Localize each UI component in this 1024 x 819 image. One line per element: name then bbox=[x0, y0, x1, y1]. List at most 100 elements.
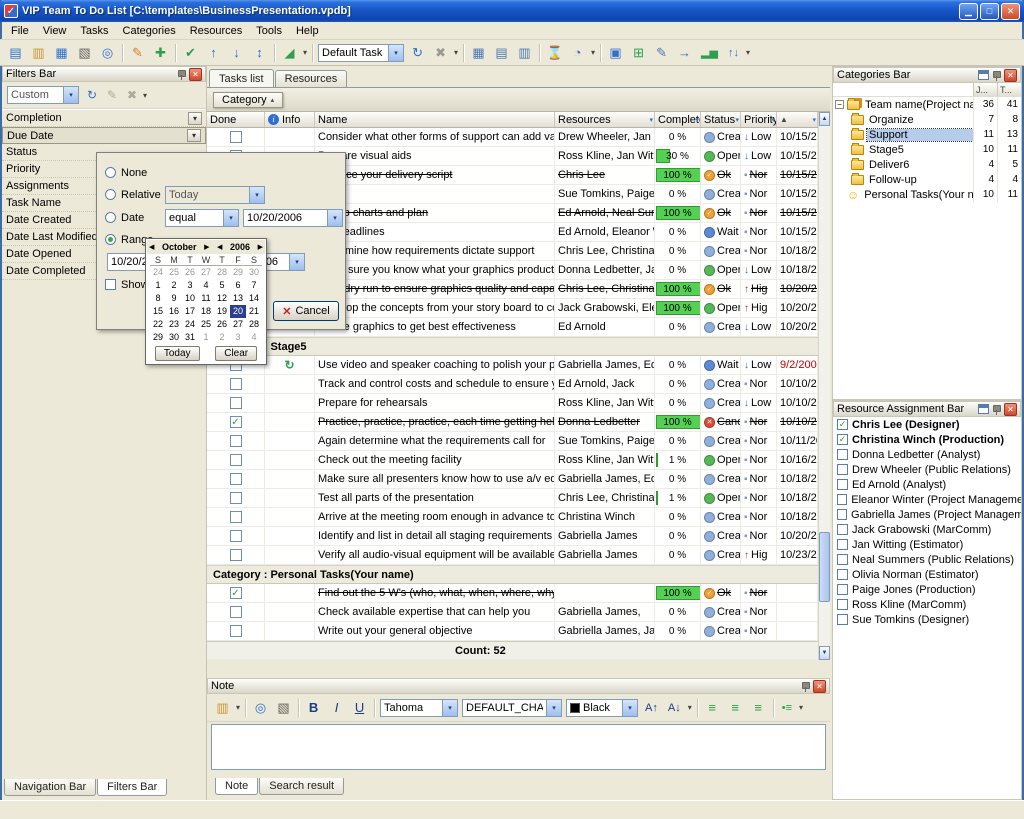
date-value-arrow[interactable]: ▾ bbox=[327, 210, 342, 226]
calendar-day[interactable]: 6 bbox=[230, 279, 246, 292]
calendar-day[interactable]: 31 bbox=[182, 331, 198, 344]
calendar-day[interactable]: 1 bbox=[150, 279, 166, 292]
align-right-button[interactable]: ≡ bbox=[748, 697, 769, 718]
task-row[interactable]: Arrive at the meeting room enough in adv… bbox=[207, 508, 818, 527]
prev-month-icon[interactable]: ◀ bbox=[149, 243, 154, 251]
relative-value-arrow[interactable]: ▾ bbox=[249, 187, 264, 203]
title-bar[interactable]: ✓ VIP Team To Do List [C:\templates\Busi… bbox=[0, 0, 1024, 22]
task-done-checkbox[interactable] bbox=[230, 454, 242, 466]
calendar-day[interactable]: 11 bbox=[198, 292, 214, 305]
calendar-day[interactable]: 30 bbox=[246, 266, 262, 279]
task-done-checkbox[interactable] bbox=[230, 397, 242, 409]
chart-dropdown-arrow[interactable]: ▾ bbox=[303, 48, 307, 57]
calendar-day[interactable]: 29 bbox=[150, 331, 166, 344]
resource-bar-close-icon[interactable]: ✕ bbox=[1004, 403, 1017, 416]
expand-collapse-button[interactable]: ↕ bbox=[249, 42, 270, 63]
edit-columns-button[interactable]: ✎ bbox=[651, 42, 672, 63]
filter-preset-combo[interactable]: Custom ▾ bbox=[7, 86, 79, 104]
calendar-day[interactable]: 7 bbox=[246, 279, 262, 292]
task-type-combo[interactable]: Default Task V▾ bbox=[318, 44, 404, 62]
open-list-button[interactable]: ▥ bbox=[28, 42, 49, 63]
task-row[interactable]: Check out the meeting facilityRoss Kline… bbox=[207, 451, 818, 470]
minimize-button[interactable]: ▁ bbox=[959, 3, 978, 20]
calendar-day[interactable]: 17 bbox=[182, 305, 198, 318]
categories-column-2[interactable]: T... bbox=[997, 83, 1021, 96]
calendar-day[interactable]: 21 bbox=[246, 305, 262, 318]
next-month-icon[interactable]: ▶ bbox=[204, 243, 209, 251]
date-radio[interactable] bbox=[105, 212, 116, 223]
task-row[interactable]: Check available expertise that can help … bbox=[207, 603, 818, 622]
grow-font-button[interactable]: A↑ bbox=[641, 697, 662, 718]
filter-arrow-icon[interactable]: ▾ bbox=[735, 116, 739, 124]
task-done-checkbox[interactable] bbox=[230, 549, 242, 561]
task-done-checkbox[interactable] bbox=[230, 587, 242, 599]
menu-help[interactable]: Help bbox=[289, 23, 326, 39]
chart-button[interactable]: ◢ bbox=[279, 42, 300, 63]
task-row[interactable]: Again determine what the requirements ca… bbox=[207, 432, 818, 451]
calendar-day[interactable]: 8 bbox=[150, 292, 166, 305]
window-position-icon[interactable] bbox=[978, 404, 989, 414]
resource-checkbox[interactable] bbox=[837, 479, 848, 490]
category-group-row[interactable]: Category : Personal Tasks(Your name) bbox=[207, 565, 818, 584]
column-header-due-date[interactable]: ▲▾ bbox=[777, 112, 818, 127]
resource-checkbox[interactable] bbox=[837, 539, 848, 550]
resource-item-neal-summers-public-relations[interactable]: Neal Summers (Public Relations) bbox=[833, 552, 1021, 567]
pin-icon[interactable] bbox=[177, 69, 186, 80]
delete-filter-icon[interactable]: ✖ bbox=[123, 86, 141, 104]
toggle-preview-button[interactable]: ▥ bbox=[514, 42, 535, 63]
scroll-down-icon[interactable]: ▼ bbox=[819, 646, 830, 660]
calendar-day[interactable]: 14 bbox=[246, 292, 262, 305]
calendar-day[interactable]: 27 bbox=[230, 318, 246, 331]
calendar-day[interactable]: 28 bbox=[246, 318, 262, 331]
category-item-personal-tasks-your-name[interactable]: ☺Personal Tasks(Your name)1011 bbox=[833, 187, 1021, 202]
task-type-more-arrow[interactable]: ▾ bbox=[454, 48, 458, 57]
task-row[interactable]: Write out your general objectiveGabriell… bbox=[207, 622, 818, 641]
resource-checkbox[interactable] bbox=[837, 509, 847, 520]
reminders-button[interactable]: ◔ bbox=[567, 42, 588, 63]
calendar-day[interactable]: 30 bbox=[166, 331, 182, 344]
calendar-day[interactable]: 15 bbox=[150, 305, 166, 318]
calendar-day[interactable]: 23 bbox=[166, 318, 182, 331]
calendar-day[interactable]: 24 bbox=[182, 318, 198, 331]
scrollbar-track[interactable] bbox=[819, 126, 830, 646]
menu-categories[interactable]: Categories bbox=[116, 23, 183, 39]
resource-checkbox[interactable] bbox=[837, 584, 848, 595]
align-center-button[interactable]: ≡ bbox=[725, 697, 746, 718]
date-operator-arrow[interactable]: ▾ bbox=[223, 210, 238, 226]
resource-item-jan-witting-estimator[interactable]: Jan Witting (Estimator) bbox=[833, 537, 1021, 552]
char-style-combo[interactable]: DEFAULT_CHAR▾ bbox=[462, 699, 562, 717]
calendar-day[interactable]: 25 bbox=[198, 318, 214, 331]
maximize-button[interactable]: □ bbox=[980, 3, 999, 20]
calendar-day[interactable]: 24 bbox=[150, 266, 166, 279]
resource-checkbox[interactable] bbox=[837, 449, 848, 460]
menu-resources[interactable]: Resources bbox=[183, 23, 250, 39]
column-header-priority[interactable]: Priority▾ bbox=[741, 112, 777, 127]
move-up-button[interactable]: ↑ bbox=[203, 42, 224, 63]
close-button[interactable]: ✕ bbox=[1001, 3, 1020, 20]
calendar-day[interactable]: 26 bbox=[182, 266, 198, 279]
task-done-checkbox[interactable] bbox=[230, 416, 242, 428]
filter-preset-arrow[interactable]: ▾ bbox=[63, 87, 78, 103]
move-down-button[interactable]: ↓ bbox=[226, 42, 247, 63]
task-row[interactable]: Test all parts of the presentationChris … bbox=[207, 489, 818, 508]
toggle-columns-button[interactable]: ▦ bbox=[468, 42, 489, 63]
calendar-day[interactable]: 25 bbox=[166, 266, 182, 279]
category-item-support[interactable]: Support1113 bbox=[833, 127, 1021, 142]
menu-view[interactable]: View bbox=[36, 23, 74, 39]
calendar-day[interactable]: 28 bbox=[214, 266, 230, 279]
calendar-day[interactable]: 10 bbox=[182, 292, 198, 305]
pin-icon[interactable] bbox=[992, 70, 1001, 81]
category-item-team-name-project-name[interactable]: −Team name(Project name)3641 bbox=[833, 97, 1021, 112]
filter-item-due-date[interactable]: Due Date▾ bbox=[2, 127, 206, 144]
menu-tasks[interactable]: Tasks bbox=[73, 23, 115, 39]
delete-task-type-button[interactable]: ✖ bbox=[430, 42, 451, 63]
resource-item-ed-arnold-analyst[interactable]: Ed Arnold (Analyst) bbox=[833, 477, 1021, 492]
calendar-day[interactable]: 27 bbox=[198, 266, 214, 279]
bullets-button[interactable]: •≡ bbox=[778, 697, 796, 718]
note-preview-button[interactable]: ◎ bbox=[250, 697, 271, 718]
task-row[interactable]: Consider what other forms of support can… bbox=[207, 128, 818, 147]
note-load-arrow[interactable]: ▾ bbox=[236, 703, 240, 712]
resource-item-drew-wheeler-public-relations[interactable]: Drew Wheeler (Public Relations) bbox=[833, 462, 1021, 477]
filter-more-arrow[interactable]: ▾ bbox=[143, 91, 147, 100]
tab-search-result[interactable]: Search result bbox=[259, 778, 344, 795]
